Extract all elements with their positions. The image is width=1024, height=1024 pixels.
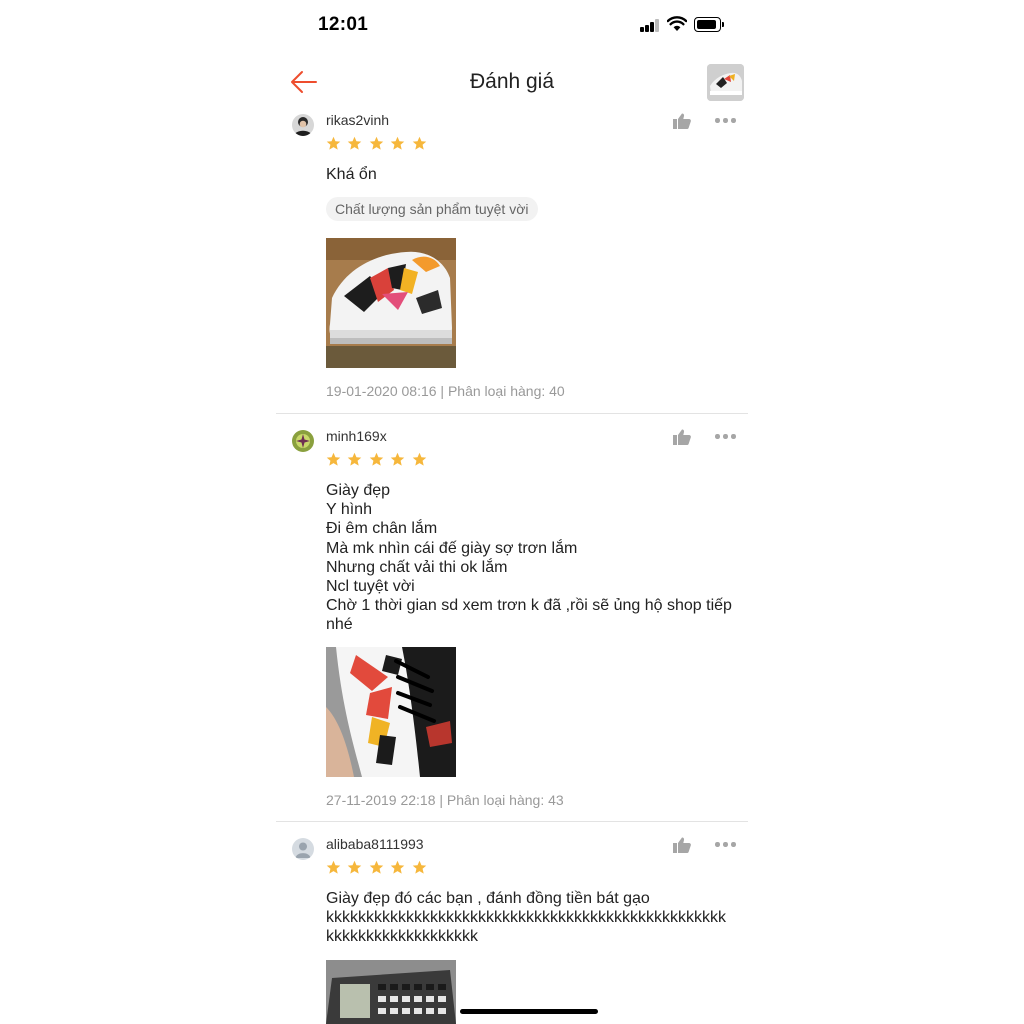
star-icon — [348, 860, 362, 874]
divider — [276, 413, 748, 414]
review-text: Khá ổn — [326, 166, 377, 183]
review-photo[interactable] — [326, 960, 456, 1024]
review-item: alibaba8111993 Giày đẹp đó các bạn , đán… — [276, 832, 748, 1024]
star-icon — [391, 136, 405, 150]
phone-screen: 12:01 Đánh giá rikas2vinh Khá ổn Chất lư… — [276, 0, 748, 1024]
review-username[interactable]: minh169x — [326, 428, 387, 444]
thumbs-up-icon[interactable] — [672, 112, 692, 130]
wifi-icon — [667, 16, 687, 31]
nav-bar: Đánh giá — [276, 56, 748, 112]
review-text: Giày đẹp đó các bạn , đánh đồng tiền bát… — [326, 890, 726, 946]
review-photo[interactable] — [326, 647, 456, 777]
status-bar: 12:01 — [276, 0, 748, 52]
avatar[interactable] — [292, 838, 314, 860]
star-icon — [412, 136, 427, 150]
star-icon — [348, 452, 362, 466]
thumbs-up-icon[interactable] — [672, 836, 692, 854]
review-item: rikas2vinh Khá ổn Chất lượng sản phẩm tu… — [276, 108, 748, 412]
star-icon — [326, 860, 341, 874]
star-icon — [326, 452, 341, 466]
star-icon — [326, 136, 341, 150]
rating-stars — [326, 860, 429, 876]
star-icon — [348, 136, 362, 150]
more-options-icon[interactable] — [715, 842, 737, 848]
thumbs-up-icon[interactable] — [672, 428, 692, 446]
star-icon — [391, 452, 405, 466]
avatar[interactable] — [292, 114, 314, 136]
review-photo[interactable] — [326, 238, 456, 368]
star-icon — [391, 860, 405, 874]
review-tag: Chất lượng sản phẩm tuyệt vời — [326, 197, 538, 221]
battery-icon — [694, 17, 725, 32]
review-meta: 19-01-2020 08:16 | Phân loại hàng: 40 — [326, 383, 565, 399]
review-username[interactable]: alibaba8111993 — [326, 836, 424, 852]
more-options-icon[interactable] — [715, 434, 737, 440]
rating-stars — [326, 136, 429, 152]
avatar[interactable] — [292, 430, 314, 452]
page-title: Đánh giá — [469, 70, 555, 93]
star-icon — [369, 452, 384, 466]
product-thumbnail[interactable] — [707, 64, 744, 101]
home-indicator[interactable] — [460, 1009, 598, 1014]
review-text: Giày đẹp Y hình Đi êm chân lắm Mà mk nhì… — [326, 482, 732, 634]
review-item: minh169x Giày đẹp Y hình Đi êm chân lắm … — [276, 424, 748, 820]
review-meta: 27-11-2019 22:18 | Phân loại hàng: 43 — [326, 792, 564, 808]
review-username[interactable]: rikas2vinh — [326, 112, 389, 128]
cellular-signal-icon — [640, 19, 660, 32]
status-time: 12:01 — [318, 14, 369, 35]
star-icon — [412, 860, 427, 874]
star-icon — [412, 452, 427, 466]
star-icon — [369, 860, 384, 874]
divider — [276, 821, 748, 822]
star-icon — [369, 136, 384, 150]
more-options-icon[interactable] — [715, 118, 737, 124]
rating-stars — [326, 452, 429, 468]
